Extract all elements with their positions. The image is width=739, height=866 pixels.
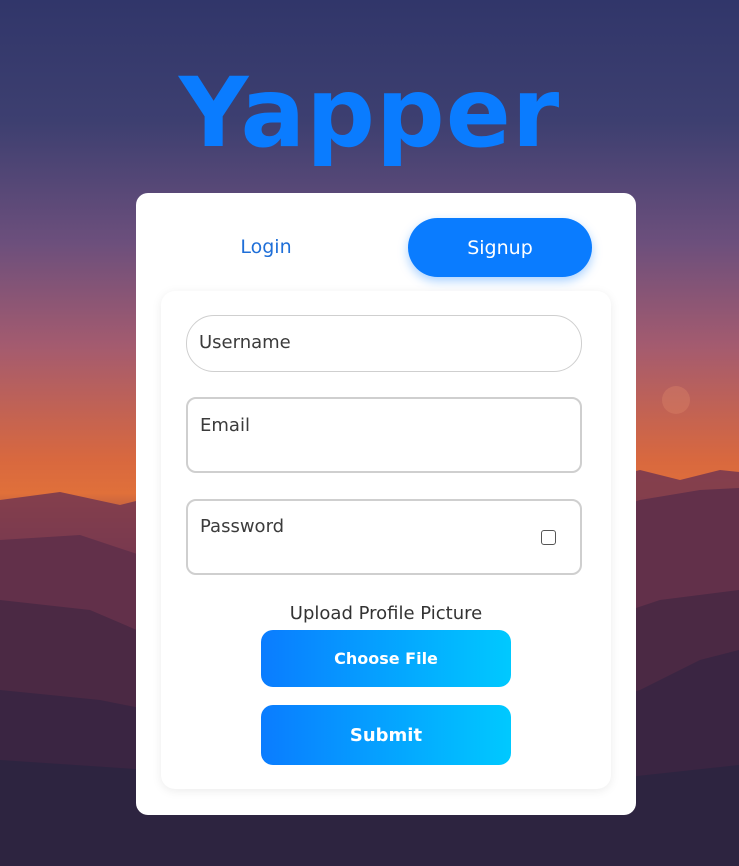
- submit-button[interactable]: Submit: [261, 705, 511, 765]
- app-logo: Yapper: [178, 57, 561, 169]
- email-field[interactable]: Email: [186, 397, 582, 473]
- tab-login[interactable]: Login: [176, 218, 356, 276]
- choose-file-button[interactable]: Choose File: [261, 630, 511, 687]
- upload-profile-label: Upload Profile Picture: [289, 603, 483, 624]
- username-placeholder: Username: [199, 332, 291, 353]
- password-placeholder: Password: [200, 516, 285, 537]
- auth-card: Login Signup Username Email Password Upl…: [136, 193, 636, 815]
- tab-signup[interactable]: Signup: [408, 218, 592, 277]
- show-password-checkbox[interactable]: [541, 530, 556, 545]
- signup-form: Username Email Password Upload Profile P…: [161, 291, 611, 789]
- email-placeholder: Email: [200, 415, 250, 436]
- username-field[interactable]: Username: [186, 315, 582, 372]
- password-field[interactable]: Password: [186, 499, 582, 575]
